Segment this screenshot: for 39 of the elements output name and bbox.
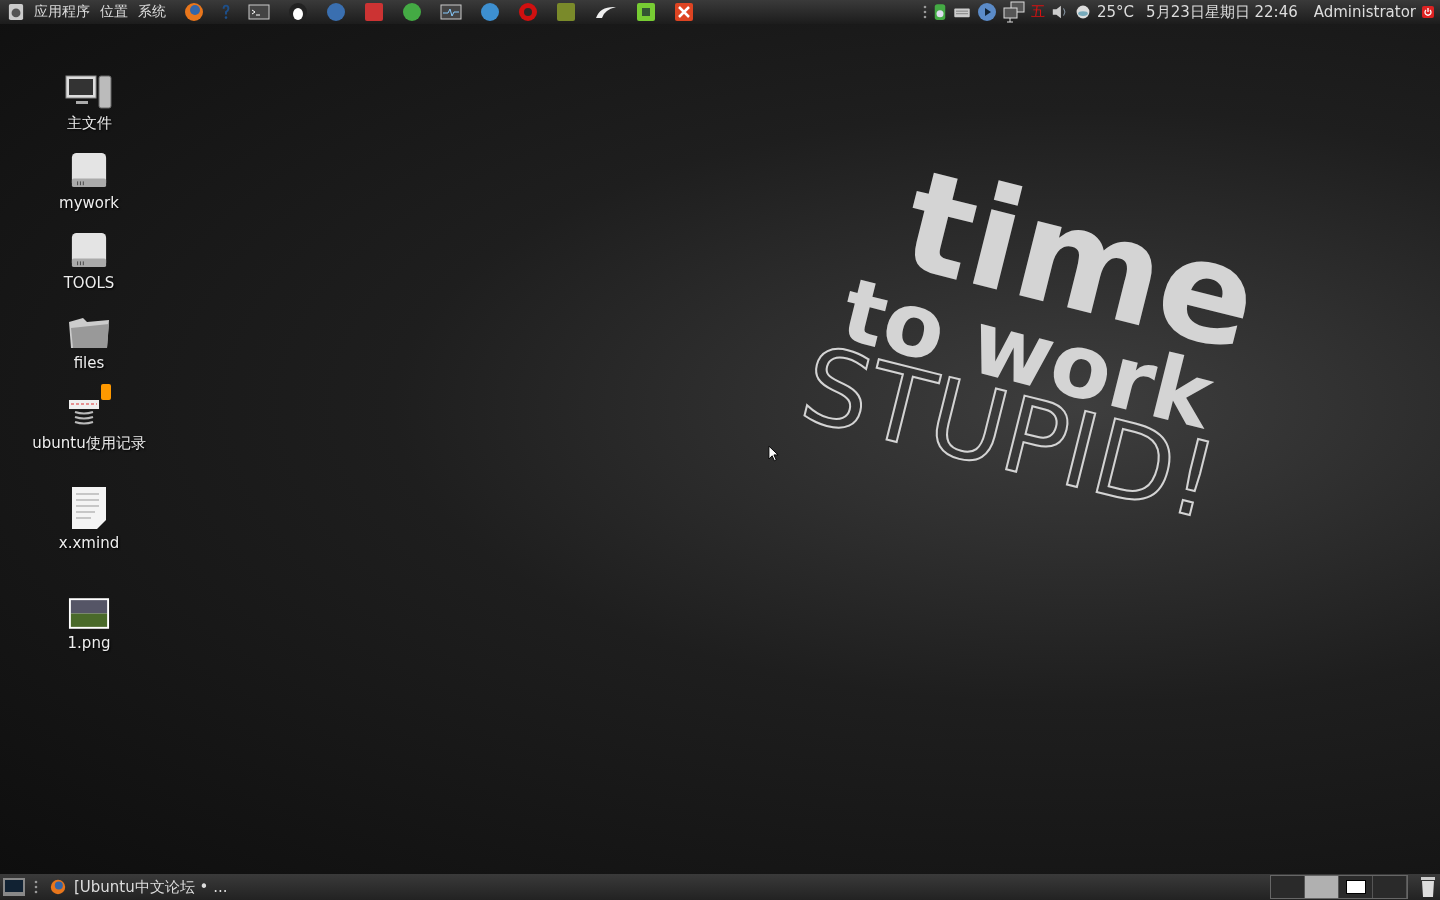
network-icon[interactable] [1003,1,1026,23]
terminal-icon[interactable] [248,3,270,21]
mouse-pointer-icon [768,445,779,462]
file-label[interactable]: x.xmind [58,534,120,552]
menu-item[interactable]: 系统 [138,3,166,21]
handle-icon[interactable] [923,4,928,20]
cross-icon[interactable] [674,2,694,22]
drive-icon[interactable] [70,230,108,270]
cloud-icon [1075,4,1092,20]
globe-icon[interactable] [480,2,500,22]
menu-item[interactable]: 位置 [100,3,128,21]
document-icon[interactable] [71,486,107,530]
clock[interactable]: 5月23日星期日 22:46 [1146,2,1298,22]
keyboard-icon[interactable] [953,6,972,18]
globe-icon[interactable] [184,2,204,22]
ring-icon[interactable] [518,2,538,22]
globe-icon [50,879,66,895]
show-desktop-icon[interactable] [2,877,26,897]
file-label[interactable]: TOOLS [63,274,115,292]
drive-icon[interactable] [70,150,108,190]
image-icon[interactable] [68,597,110,630]
file-label[interactable]: 1.png [67,634,111,652]
file-label[interactable]: mywork [59,194,119,212]
play-icon[interactable] [977,2,998,22]
user-menu[interactable]: Administrator [1313,3,1416,21]
menu-item[interactable]: 应用程序 [34,3,90,21]
computer-icon[interactable] [65,74,113,110]
workspace[interactable] [1339,876,1373,898]
file-label[interactable]: 主文件 [66,114,112,132]
power-icon[interactable] [1422,6,1434,18]
trash-icon[interactable] [1420,876,1436,898]
temperature[interactable]: 25°C [1097,3,1135,21]
swoosh-icon[interactable] [594,4,618,20]
file-label[interactable]: files [73,354,105,372]
monitor-icon[interactable] [440,3,462,21]
square-icon[interactable] [636,2,656,22]
handle-icon[interactable] [34,879,38,895]
taskbar-button[interactable]: [Ubuntu中文论坛 • ... [46,877,232,897]
file-label[interactable]: ubuntu使用记录 [32,434,146,452]
